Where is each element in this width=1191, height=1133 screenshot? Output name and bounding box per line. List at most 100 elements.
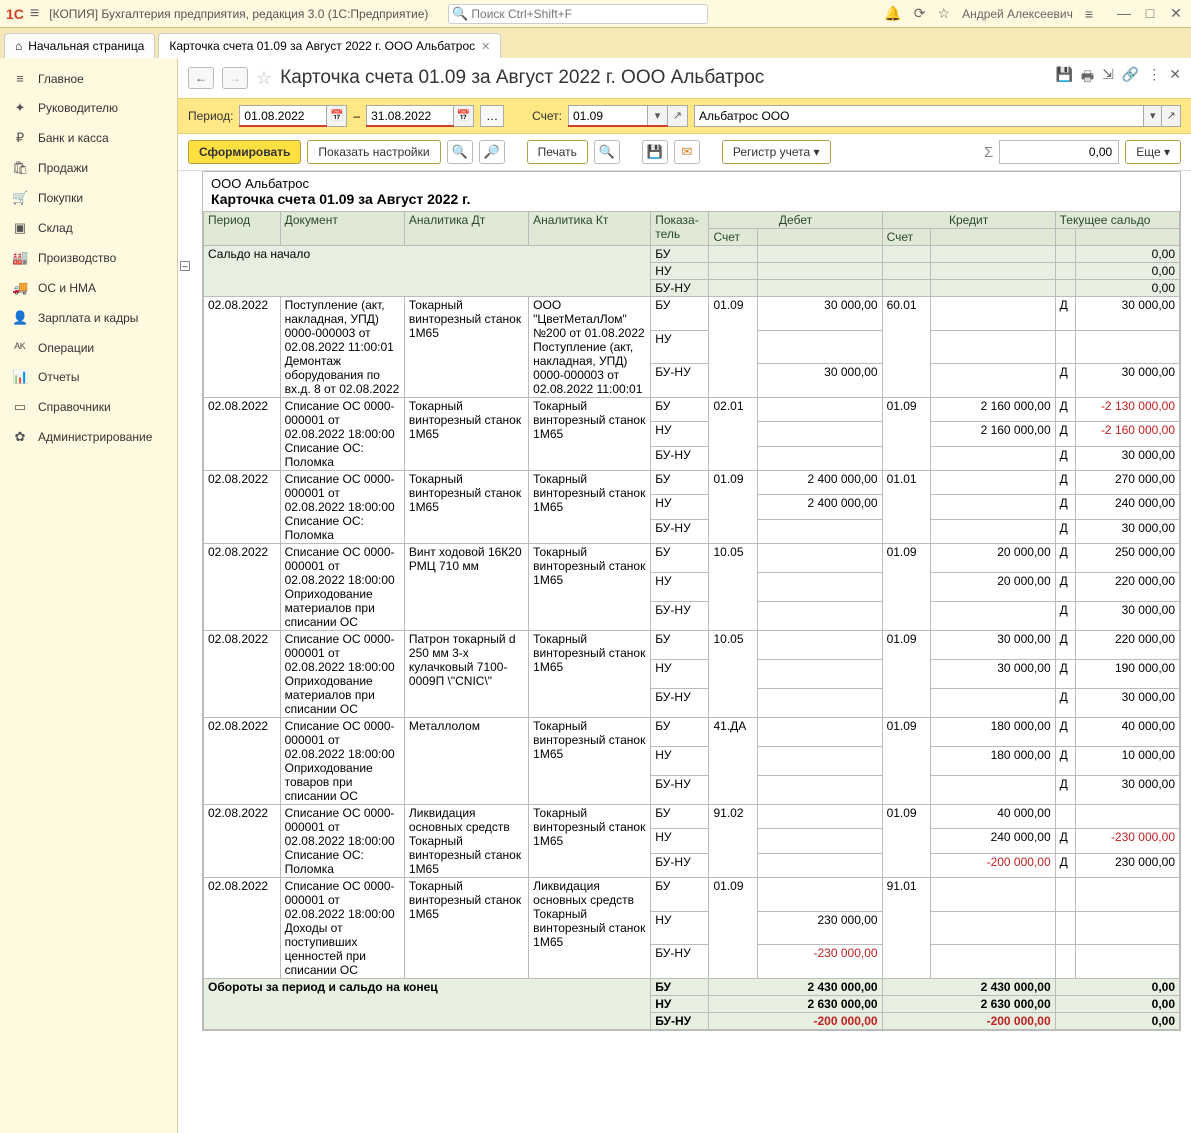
- report-row[interactable]: 02.08.2022Списание ОС 0000-000001 от 02.…: [204, 718, 1180, 747]
- global-search[interactable]: 🔍: [448, 4, 708, 24]
- search-input[interactable]: [448, 4, 708, 24]
- sidebar-icon: ᴬᴷ: [12, 340, 28, 355]
- tab-close-icon[interactable]: ✕: [481, 40, 490, 53]
- report-row[interactable]: 02.08.2022Списание ОС 0000-000001 от 02.…: [204, 398, 1180, 422]
- account-dropdown-button[interactable]: ▾: [648, 105, 668, 127]
- period-dash: –: [353, 109, 360, 123]
- page-title: Карточка счета 01.09 за Август 2022 г. О…: [280, 67, 1047, 89]
- sidebar-item[interactable]: 🛍Продажи: [0, 153, 177, 183]
- col-debit-sum: [758, 229, 882, 246]
- report-row[interactable]: 02.08.2022Списание ОС 0000-000001 от 02.…: [204, 878, 1180, 912]
- org-open-button[interactable]: ↗: [1162, 105, 1181, 127]
- save-icon[interactable]: 💾: [1055, 66, 1072, 90]
- sidebar-label: Банк и касса: [38, 131, 109, 145]
- menu-icon[interactable]: ≡: [30, 5, 39, 23]
- tab-report-label: Карточка счета 01.09 за Август 2022 г. О…: [169, 39, 475, 53]
- sidebar-label: Справочники: [38, 400, 111, 414]
- sidebar-icon: ✿: [12, 429, 28, 445]
- find-next-button[interactable]: 🔎: [479, 140, 505, 164]
- collapse-handle[interactable]: –: [180, 261, 190, 271]
- report-row[interactable]: 02.08.2022Списание ОС 0000-000001 от 02.…: [204, 805, 1180, 829]
- org-dropdown-button[interactable]: ▾: [1144, 105, 1163, 127]
- sidebar-item[interactable]: ≡Главное: [0, 64, 177, 93]
- nav-forward-button[interactable]: →: [222, 67, 248, 89]
- star-icon[interactable]: ☆: [938, 5, 951, 22]
- email-button[interactable]: ✉: [674, 140, 700, 164]
- tab-report[interactable]: Карточка счета 01.09 за Август 2022 г. О…: [158, 33, 501, 58]
- maximize-button[interactable]: □: [1141, 5, 1159, 22]
- history-icon[interactable]: ⟳: [914, 5, 926, 22]
- minimize-button[interactable]: —: [1115, 5, 1133, 22]
- registry-button[interactable]: Регистр учета ▾: [722, 140, 831, 164]
- report-row[interactable]: 02.08.2022Списание ОС 0000-000001 от 02.…: [204, 631, 1180, 660]
- report-row[interactable]: 02.08.2022Списание ОС 0000-000001 от 02.…: [204, 544, 1180, 573]
- search-icon: 🔍: [452, 6, 468, 22]
- app-logo-icon: 1C: [6, 6, 24, 22]
- org-input[interactable]: [694, 105, 1144, 127]
- page-header: ← → ☆ Карточка счета 01.09 за Август 202…: [178, 58, 1191, 98]
- sidebar-item[interactable]: ✿ Администрирование: [0, 422, 177, 452]
- report-row[interactable]: 02.08.2022Поступление (акт, накладная, У…: [204, 297, 1180, 331]
- period-from-input[interactable]: [239, 105, 327, 127]
- col-credit-acc: Счет: [882, 229, 931, 246]
- calendar-from-button[interactable]: 📅: [327, 105, 347, 127]
- col-balance-sum: [1075, 229, 1179, 246]
- sidebar-item[interactable]: ᴬᴷОперации: [0, 333, 177, 362]
- sum-field[interactable]: [999, 140, 1119, 164]
- print-icon[interactable]: 🖶: [1081, 66, 1094, 90]
- account-input[interactable]: [568, 105, 648, 127]
- sidebar-item[interactable]: ₽Банк и касса: [0, 123, 177, 153]
- user-name[interactable]: Андрей Алексеевич: [962, 7, 1073, 21]
- more-button[interactable]: Еще ▾: [1125, 140, 1181, 164]
- sidebar-icon: ✦: [12, 100, 28, 116]
- sidebar-item[interactable]: 🏭 Производство: [0, 243, 177, 273]
- show-settings-button[interactable]: Показать настройки: [307, 140, 440, 164]
- report-row[interactable]: 02.08.2022Списание ОС 0000-000001 от 02.…: [204, 471, 1180, 495]
- save-file-button[interactable]: 💾: [642, 140, 668, 164]
- period-to-input[interactable]: [366, 105, 454, 127]
- close-window-button[interactable]: ✕: [1167, 5, 1185, 22]
- preview-button[interactable]: 🔍: [594, 140, 620, 164]
- generate-button[interactable]: Сформировать: [188, 140, 301, 164]
- export-icon[interactable]: ⇲: [1102, 66, 1114, 90]
- tab-home[interactable]: ⌂ Начальная страница: [4, 33, 155, 58]
- account-label: Счет:: [532, 109, 562, 123]
- home-icon: ⌂: [15, 39, 22, 53]
- user-menu-icon[interactable]: ≡: [1085, 6, 1093, 22]
- sidebar-item[interactable]: ▣ Склад: [0, 213, 177, 243]
- sidebar-icon: 🚚: [12, 280, 28, 296]
- sidebar-label: Администрирование: [38, 430, 152, 444]
- sidebar-label: ОС и НМА: [38, 281, 96, 295]
- sidebar-item[interactable]: 👤Зарплата и кадры: [0, 303, 177, 333]
- favorite-icon[interactable]: ☆: [256, 68, 272, 89]
- account-open-button[interactable]: ↗: [668, 105, 688, 127]
- sidebar-icon: ≡: [12, 71, 28, 86]
- col-analytics-kt: Аналитика Кт: [529, 212, 651, 246]
- sidebar-label: Производство: [38, 251, 116, 265]
- sidebar-icon: 🏭: [12, 250, 28, 266]
- bell-icon[interactable]: 🔔: [884, 5, 901, 22]
- col-debit: Дебет: [709, 212, 882, 229]
- sidebar-item[interactable]: 📊Отчеты: [0, 362, 177, 392]
- sidebar-item[interactable]: ▭Справочники: [0, 392, 177, 422]
- period-label: Период:: [188, 109, 233, 123]
- sidebar-icon: 🛍: [12, 160, 28, 176]
- calendar-to-button[interactable]: 📅: [454, 105, 474, 127]
- sidebar-label: Руководителю: [38, 101, 118, 115]
- sidebar-label: Зарплата и кадры: [38, 311, 138, 325]
- close-page-icon[interactable]: ✕: [1169, 66, 1181, 90]
- sidebar-label: Склад: [38, 221, 73, 235]
- report-area: – ООО Альбатрос Карточка счета 01.09 за …: [178, 171, 1191, 1133]
- nav-back-button[interactable]: ←: [188, 67, 214, 89]
- more-icon[interactable]: ⋮: [1147, 66, 1161, 90]
- sidebar-item[interactable]: 🛒Покупки: [0, 183, 177, 213]
- sidebar-item[interactable]: 🚚 ОС и НМА: [0, 273, 177, 303]
- tab-row: ⌂ Начальная страница Карточка счета 01.0…: [0, 28, 1191, 58]
- link-icon[interactable]: 🔗: [1122, 66, 1139, 90]
- period-picker-button[interactable]: …: [480, 105, 504, 127]
- find-button[interactable]: 🔍: [447, 140, 473, 164]
- sidebar-item[interactable]: ✦ Руководителю: [0, 93, 177, 123]
- print-button[interactable]: Печать: [527, 140, 588, 164]
- app-title: [КОПИЯ] Бухгалтерия предприятия, редакци…: [49, 7, 428, 21]
- sidebar-icon: ▣: [12, 220, 28, 236]
